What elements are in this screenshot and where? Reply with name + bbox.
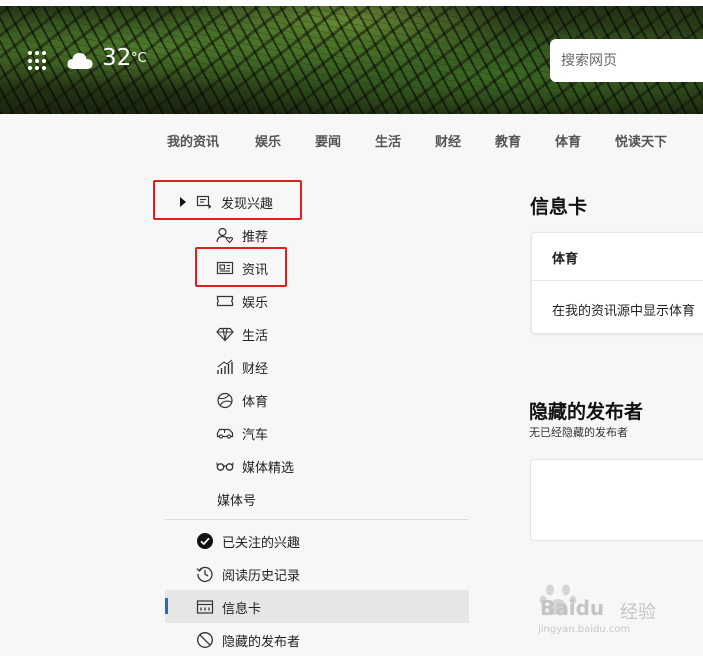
tab-reading[interactable]: 悦读天下 — [615, 131, 667, 150]
top-edge — [0, 0, 703, 6]
menu-item-media-accounts[interactable]: 媒体号 — [217, 488, 256, 510]
discover-interest-icon — [196, 195, 212, 209]
menu-item-label: 信息卡 — [222, 601, 262, 617]
info-card-header[interactable]: 体育 — [532, 233, 703, 281]
watermark-logo-text: Baidu — [540, 596, 605, 620]
menu-reading-history[interactable]: 阅读历史记录 — [196, 563, 300, 585]
tab-my-news[interactable]: 我的资讯 — [167, 131, 219, 150]
info-card-description: 在我的资讯源中显示体育 — [552, 304, 696, 319]
menu-followed-interests[interactable]: 已关注的兴趣 — [196, 530, 300, 552]
tab-education[interactable]: 教育 — [495, 131, 521, 150]
temperature-unit: °C — [131, 51, 147, 66]
expand-arrow-icon — [180, 197, 186, 207]
menu-item-auto[interactable]: 汽车 — [216, 422, 268, 444]
newspaper-icon — [216, 261, 234, 275]
glasses-icon — [216, 462, 234, 471]
menu-item-label: 已关注的兴趣 — [222, 535, 301, 551]
tab-finance[interactable]: 财经 — [435, 131, 461, 150]
history-icon — [196, 566, 213, 583]
cloud-icon — [67, 53, 93, 69]
menu-item-label: 财经 — [242, 361, 269, 377]
diamond-icon — [216, 327, 234, 342]
menu-hidden-publishers[interactable]: 隐藏的发布者 — [196, 629, 300, 651]
tab-headlines[interactable]: 要闻 — [315, 131, 341, 150]
watermark-url: jingyan.baidu.com — [538, 624, 631, 635]
menu-item-label: 阅读历史记录 — [222, 568, 301, 584]
menu-item-entertainment[interactable]: 娱乐 — [216, 290, 268, 312]
search-input[interactable] — [550, 39, 703, 82]
menu-item-recommend[interactable]: 推荐 — [216, 224, 268, 246]
menu-discover-interest[interactable]: 发现兴趣 — [178, 191, 273, 213]
menu-discover-label: 发现兴趣 — [221, 196, 274, 212]
info-card-panel: 体育 在我的资讯源中显示体育 — [531, 232, 703, 334]
hidden-publishers-panel — [530, 459, 703, 541]
hidden-publishers-empty-text: 无已经隐藏的发布者 — [529, 426, 628, 439]
menu-selected-indicator — [165, 598, 168, 614]
check-circle-icon — [197, 533, 213, 549]
menu-info-card[interactable]: 信息卡 — [196, 596, 261, 618]
user-heart-icon — [216, 227, 234, 243]
menu-item-label: 生活 — [242, 328, 269, 344]
apps-grid-icon[interactable] — [28, 51, 48, 71]
bar-chart-icon — [217, 359, 233, 374]
menu-item-label: 媒体精选 — [242, 460, 295, 476]
menu-item-sports[interactable]: 体育 — [216, 389, 268, 411]
menu-item-label: 资讯 — [242, 262, 269, 278]
ticket-icon — [216, 295, 234, 307]
info-card-header-label: 体育 — [552, 252, 579, 267]
tab-life[interactable]: 生活 — [375, 131, 401, 150]
block-icon — [197, 632, 213, 648]
menu-item-label: 推荐 — [242, 229, 269, 245]
menu-item-media-selection[interactable]: 媒体精选 — [216, 455, 294, 477]
menu-item-life[interactable]: 生活 — [216, 323, 268, 345]
menu-item-finance[interactable]: 财经 — [216, 356, 268, 378]
watermark-logo-suffix: 经验 — [620, 602, 656, 623]
temperature-value: 32 — [102, 45, 132, 71]
menu-item-news[interactable]: 资讯 — [216, 257, 268, 279]
menu-divider — [165, 519, 469, 520]
car-icon — [216, 428, 234, 439]
menu-item-label: 媒体号 — [217, 493, 257, 509]
menu-item-label: 体育 — [242, 394, 269, 410]
menu-item-label: 汽车 — [242, 427, 269, 443]
hidden-publishers-title: 隐藏的发布者 — [529, 401, 644, 423]
tab-entertainment[interactable]: 娱乐 — [255, 131, 281, 150]
menu-item-label: 娱乐 — [242, 295, 269, 311]
info-card-icon — [196, 600, 214, 614]
ball-icon — [217, 392, 233, 408]
tab-sports[interactable]: 体育 — [555, 131, 581, 150]
info-card-title: 信息卡 — [530, 196, 588, 218]
menu-item-label: 隐藏的发布者 — [222, 634, 301, 650]
